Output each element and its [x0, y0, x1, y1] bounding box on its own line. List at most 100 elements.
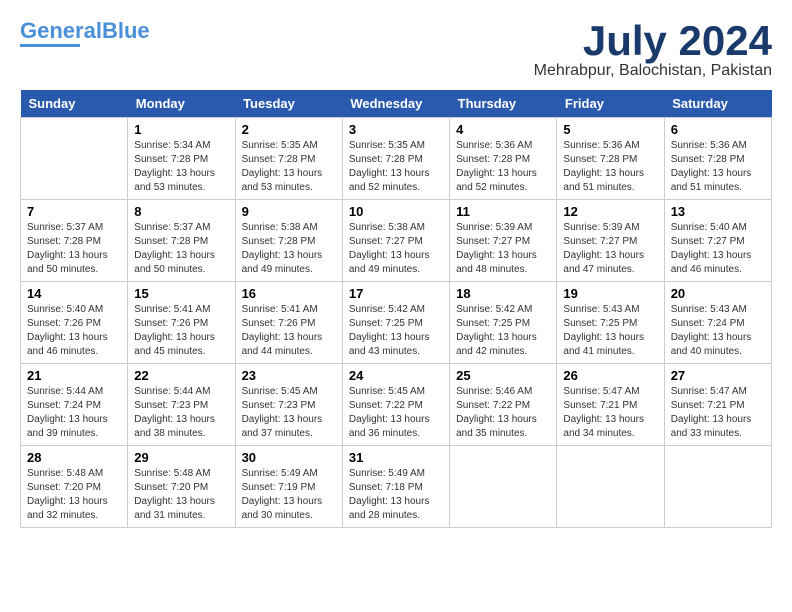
day-info: Sunrise: 5:35 AM Sunset: 7:28 PM Dayligh…: [349, 139, 443, 195]
calendar-cell: 29Sunrise: 5:48 AM Sunset: 7:20 PM Dayli…: [128, 446, 235, 528]
calendar-header-row: SundayMondayTuesdayWednesdayThursdayFrid…: [21, 90, 772, 118]
calendar-cell: 15 Sunrise: 5:41 AM Sunset: 7:26 PM Dayli…: [128, 282, 235, 364]
day-number: 17: [349, 286, 443, 301]
calendar-cell: [450, 446, 557, 528]
week-row-3: 14 Sunrise: 5:40 AM Sunset: 7:26 PM Dayli…: [21, 282, 772, 364]
day-number: 6: [671, 122, 765, 137]
logo-underline: [20, 44, 80, 47]
day-number: 27: [671, 368, 765, 383]
logo: GeneralBlue: [20, 20, 150, 47]
calendar-cell: 10 Sunrise: 5:38 AM Sunset: 7:27 PM Dayli…: [342, 200, 449, 282]
day-info: Sunrise: 5:41 AM Sunset: 7:26 PM Dayligh…: [242, 303, 336, 359]
calendar-cell: 16 Sunrise: 5:41 AM Sunset: 7:26 PM Dayli…: [235, 282, 342, 364]
calendar-cell: [664, 446, 771, 528]
day-number: 30: [242, 450, 336, 465]
calendar-cell: 18Sunrise: 5:42 AM Sunset: 7:25 PM Dayli…: [450, 282, 557, 364]
day-number: 10: [349, 204, 443, 219]
day-number: 5: [563, 122, 657, 137]
day-number: 19: [563, 286, 657, 301]
day-number: 18: [456, 286, 550, 301]
calendar-cell: 30 Sunrise: 5:49 AM Sunset: 7:19 PM Dayli…: [235, 446, 342, 528]
week-row-5: 28 Sunrise: 5:48 AM Sunset: 7:20 PM Dayli…: [21, 446, 772, 528]
day-number: 23: [242, 368, 336, 383]
calendar-cell: 27 Sunrise: 5:47 AM Sunset: 7:21 PM Dayli…: [664, 364, 771, 446]
day-number: 24: [349, 368, 443, 383]
day-info: Sunrise: 5:36 AM Sunset: 7:28 PM Dayligh…: [456, 139, 550, 195]
day-info: Sunrise: 5:35 AM Sunset: 7:28 PM Dayligh…: [242, 139, 336, 195]
day-info: Sunrise: 5:37 AM Sunset: 7:28 PM Dayligh…: [27, 221, 121, 277]
calendar-cell: 26 Sunrise: 5:47 AM Sunset: 7:21 PM Dayli…: [557, 364, 664, 446]
calendar-cell: 2 Sunrise: 5:35 AM Sunset: 7:28 PM Daylig…: [235, 118, 342, 200]
calendar-cell: 19Sunrise: 5:43 AM Sunset: 7:25 PM Dayli…: [557, 282, 664, 364]
day-number: 3: [349, 122, 443, 137]
day-number: 26: [563, 368, 657, 383]
day-info: Sunrise: 5:40 AM Sunset: 7:27 PM Dayligh…: [671, 221, 765, 277]
day-number: 28: [27, 450, 121, 465]
calendar-cell: 8Sunrise: 5:37 AM Sunset: 7:28 PM Daylig…: [128, 200, 235, 282]
day-number: 25: [456, 368, 550, 383]
day-info: Sunrise: 5:47 AM Sunset: 7:21 PM Dayligh…: [671, 385, 765, 441]
day-number: 7: [27, 204, 121, 219]
calendar-table: SundayMondayTuesdayWednesdayThursdayFrid…: [20, 90, 772, 528]
calendar-cell: 4 Sunrise: 5:36 AM Sunset: 7:28 PM Daylig…: [450, 118, 557, 200]
day-info: Sunrise: 5:47 AM Sunset: 7:21 PM Dayligh…: [563, 385, 657, 441]
day-info: Sunrise: 5:44 AM Sunset: 7:24 PM Dayligh…: [27, 385, 121, 441]
day-info: Sunrise: 5:34 AM Sunset: 7:28 PM Dayligh…: [134, 139, 228, 195]
day-number: 12: [563, 204, 657, 219]
header-thursday: Thursday: [450, 90, 557, 118]
calendar-cell: 6 Sunrise: 5:36 AM Sunset: 7:28 PM Daylig…: [664, 118, 771, 200]
header-wednesday: Wednesday: [342, 90, 449, 118]
calendar-cell: 14 Sunrise: 5:40 AM Sunset: 7:26 PM Dayli…: [21, 282, 128, 364]
day-info: Sunrise: 5:49 AM Sunset: 7:19 PM Dayligh…: [242, 467, 336, 523]
calendar-cell: 25 Sunrise: 5:46 AM Sunset: 7:22 PM Dayli…: [450, 364, 557, 446]
calendar-cell: 28 Sunrise: 5:48 AM Sunset: 7:20 PM Dayli…: [21, 446, 128, 528]
day-number: 20: [671, 286, 765, 301]
day-info: Sunrise: 5:43 AM Sunset: 7:24 PM Dayligh…: [671, 303, 765, 359]
day-number: 15: [134, 286, 228, 301]
calendar-cell: [557, 446, 664, 528]
day-info: Sunrise: 5:36 AM Sunset: 7:28 PM Dayligh…: [563, 139, 657, 195]
day-info: Sunrise: 5:38 AM Sunset: 7:27 PM Dayligh…: [349, 221, 443, 277]
day-number: 4: [456, 122, 550, 137]
calendar-cell: [21, 118, 128, 200]
day-number: 8: [134, 204, 228, 219]
calendar-cell: 24 Sunrise: 5:45 AM Sunset: 7:22 PM Dayli…: [342, 364, 449, 446]
logo-general: General: [20, 18, 102, 43]
logo-blue: Blue: [102, 18, 150, 43]
day-number: 16: [242, 286, 336, 301]
header-sunday: Sunday: [21, 90, 128, 118]
calendar-cell: 12 Sunrise: 5:39 AM Sunset: 7:27 PM Dayli…: [557, 200, 664, 282]
calendar-cell: 17 Sunrise: 5:42 AM Sunset: 7:25 PM Dayli…: [342, 282, 449, 364]
calendar-cell: 31Sunrise: 5:49 AM Sunset: 7:18 PM Dayli…: [342, 446, 449, 528]
day-info: Sunrise: 5:38 AM Sunset: 7:28 PM Dayligh…: [242, 221, 336, 277]
day-number: 1: [134, 122, 228, 137]
day-number: 11: [456, 204, 550, 219]
calendar-cell: 23 Sunrise: 5:45 AM Sunset: 7:23 PM Dayli…: [235, 364, 342, 446]
month-title: July 2024: [534, 20, 772, 62]
day-info: Sunrise: 5:49 AM Sunset: 7:18 PM Dayligh…: [349, 467, 443, 523]
day-info: Sunrise: 5:45 AM Sunset: 7:22 PM Dayligh…: [349, 385, 443, 441]
calendar-cell: 3 Sunrise: 5:35 AM Sunset: 7:28 PM Daylig…: [342, 118, 449, 200]
calendar-cell: 20 Sunrise: 5:43 AM Sunset: 7:24 PM Dayli…: [664, 282, 771, 364]
header-saturday: Saturday: [664, 90, 771, 118]
day-info: Sunrise: 5:41 AM Sunset: 7:26 PM Dayligh…: [134, 303, 228, 359]
calendar-cell: 7 Sunrise: 5:37 AM Sunset: 7:28 PM Daylig…: [21, 200, 128, 282]
day-info: Sunrise: 5:39 AM Sunset: 7:27 PM Dayligh…: [563, 221, 657, 277]
calendar-cell: 11Sunrise: 5:39 AM Sunset: 7:27 PM Dayli…: [450, 200, 557, 282]
location-title: Mehrabpur, Balochistan, Pakistan: [534, 62, 772, 80]
day-info: Sunrise: 5:46 AM Sunset: 7:22 PM Dayligh…: [456, 385, 550, 441]
title-section: July 2024 Mehrabpur, Balochistan, Pakist…: [534, 20, 772, 80]
day-number: 22: [134, 368, 228, 383]
week-row-4: 21Sunrise: 5:44 AM Sunset: 7:24 PM Dayli…: [21, 364, 772, 446]
day-info: Sunrise: 5:45 AM Sunset: 7:23 PM Dayligh…: [242, 385, 336, 441]
day-info: Sunrise: 5:36 AM Sunset: 7:28 PM Dayligh…: [671, 139, 765, 195]
day-info: Sunrise: 5:42 AM Sunset: 7:25 PM Dayligh…: [349, 303, 443, 359]
calendar-cell: 5 Sunrise: 5:36 AM Sunset: 7:28 PM Daylig…: [557, 118, 664, 200]
day-info: Sunrise: 5:40 AM Sunset: 7:26 PM Dayligh…: [27, 303, 121, 359]
day-number: 2: [242, 122, 336, 137]
calendar-cell: 1 Sunrise: 5:34 AM Sunset: 7:28 PM Daylig…: [128, 118, 235, 200]
day-number: 13: [671, 204, 765, 219]
day-number: 14: [27, 286, 121, 301]
day-info: Sunrise: 5:48 AM Sunset: 7:20 PM Dayligh…: [27, 467, 121, 523]
day-info: Sunrise: 5:48 AM Sunset: 7:20 PM Dayligh…: [134, 467, 228, 523]
